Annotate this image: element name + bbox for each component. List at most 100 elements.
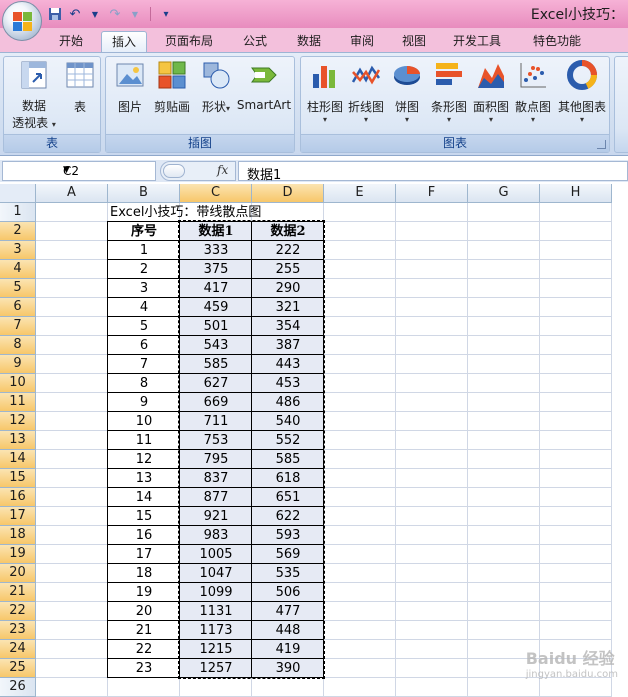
row-header-18[interactable]: 18 bbox=[0, 526, 36, 545]
table-cell[interactable]: 13 bbox=[108, 469, 180, 488]
table-cell[interactable]: 506 bbox=[252, 583, 324, 602]
table-cell[interactable]: 255 bbox=[252, 260, 324, 279]
row-header-9[interactable]: 9 bbox=[0, 355, 36, 374]
tab-developer[interactable]: 开发工具 bbox=[444, 31, 510, 52]
row-header-3[interactable]: 3 bbox=[0, 241, 36, 260]
name-box[interactable]: C2 ▼ bbox=[2, 161, 156, 181]
tab-data[interactable]: 数据 bbox=[286, 31, 332, 52]
formula-input[interactable]: 数据1 bbox=[238, 161, 628, 183]
table-cell[interactable]: 501 bbox=[180, 317, 252, 336]
chevron-down-icon[interactable]: ▼ bbox=[63, 165, 153, 175]
row-header-22[interactable]: 22 bbox=[0, 602, 36, 621]
row-header-2[interactable]: 2 bbox=[0, 222, 36, 241]
table-cell[interactable]: 795 bbox=[180, 450, 252, 469]
redo-icon[interactable]: ↷ bbox=[106, 5, 124, 23]
table-cell[interactable]: 2 bbox=[108, 260, 180, 279]
table-cell[interactable]: 14 bbox=[108, 488, 180, 507]
clipart-button[interactable]: 剪贴画 bbox=[150, 60, 194, 115]
column-header-a[interactable]: A bbox=[36, 184, 108, 203]
table-cell[interactable]: 753 bbox=[180, 431, 252, 450]
table-cell[interactable]: 321 bbox=[252, 298, 324, 317]
table-cell[interactable]: 552 bbox=[252, 431, 324, 450]
table-cell[interactable]: 443 bbox=[252, 355, 324, 374]
column-header-h[interactable]: H bbox=[540, 184, 612, 203]
shapes-button[interactable]: 形状▾ bbox=[196, 60, 236, 115]
table-cell[interactable]: 7 bbox=[108, 355, 180, 374]
bar-chart-button[interactable]: 条形图 ▾ bbox=[427, 60, 471, 124]
table-cell[interactable]: 354 bbox=[252, 317, 324, 336]
table-cell[interactable]: 1099 bbox=[180, 583, 252, 602]
table-cell[interactable]: 375 bbox=[180, 260, 252, 279]
row-header-24[interactable]: 24 bbox=[0, 640, 36, 659]
undo-dropdown-icon[interactable]: ▼ bbox=[86, 5, 104, 23]
table-cell[interactable]: 10 bbox=[108, 412, 180, 431]
row-header-20[interactable]: 20 bbox=[0, 564, 36, 583]
tab-home[interactable]: 开始 bbox=[48, 31, 94, 52]
column-header-e[interactable]: E bbox=[324, 184, 396, 203]
table-cell[interactable]: 390 bbox=[252, 659, 324, 678]
tab-review[interactable]: 审阅 bbox=[339, 31, 385, 52]
row-header-21[interactable]: 21 bbox=[0, 583, 36, 602]
table-cell[interactable]: 6 bbox=[108, 336, 180, 355]
table-cell[interactable]: 17 bbox=[108, 545, 180, 564]
row-header-14[interactable]: 14 bbox=[0, 450, 36, 469]
undo-icon[interactable]: ↶ bbox=[66, 5, 84, 23]
table-cell[interactable]: 627 bbox=[180, 374, 252, 393]
table-cell[interactable]: 543 bbox=[180, 336, 252, 355]
table-cell[interactable]: 387 bbox=[252, 336, 324, 355]
table-cell[interactable]: 19 bbox=[108, 583, 180, 602]
line-chart-button[interactable]: 折线图 ▾ bbox=[345, 60, 387, 124]
formula-bar-resize-handle[interactable] bbox=[163, 164, 185, 178]
row-header-16[interactable]: 16 bbox=[0, 488, 36, 507]
charts-dialog-launcher-icon[interactable] bbox=[597, 140, 606, 149]
row-header-10[interactable]: 10 bbox=[0, 374, 36, 393]
office-button[interactable] bbox=[2, 1, 42, 41]
column-header-g[interactable]: G bbox=[468, 184, 540, 203]
row-header-5[interactable]: 5 bbox=[0, 279, 36, 298]
row-header-7[interactable]: 7 bbox=[0, 317, 36, 336]
sheet-title-cell[interactable]: Excel小技巧：带线散点图 bbox=[110, 203, 261, 222]
table-cell[interactable]: 1173 bbox=[180, 621, 252, 640]
area-chart-button[interactable]: 面积图 ▾ bbox=[471, 60, 511, 124]
table-cell[interactable]: 540 bbox=[252, 412, 324, 431]
tab-formulas[interactable]: 公式 bbox=[230, 31, 280, 52]
insert-function-icon[interactable]: fx bbox=[217, 163, 228, 177]
table-cell[interactable]: 711 bbox=[180, 412, 252, 431]
table-cell[interactable]: 618 bbox=[252, 469, 324, 488]
table-cell[interactable]: 837 bbox=[180, 469, 252, 488]
row-header-12[interactable]: 12 bbox=[0, 412, 36, 431]
table-cell[interactable]: 290 bbox=[252, 279, 324, 298]
row-header-6[interactable]: 6 bbox=[0, 298, 36, 317]
table-cell[interactable]: 23 bbox=[108, 659, 180, 678]
tab-special-features[interactable]: 特色功能 bbox=[524, 31, 590, 52]
row-header-4[interactable]: 4 bbox=[0, 260, 36, 279]
row-header-17[interactable]: 17 bbox=[0, 507, 36, 526]
table-cell[interactable]: 486 bbox=[252, 393, 324, 412]
table-header-cell[interactable]: 数据1 bbox=[180, 222, 252, 241]
table-cell[interactable]: 18 bbox=[108, 564, 180, 583]
pivot-table-button[interactable]: 数据 透视表 ▾ bbox=[6, 60, 62, 133]
row-header-19[interactable]: 19 bbox=[0, 545, 36, 564]
table-cell[interactable]: 5 bbox=[108, 317, 180, 336]
row-header-23[interactable]: 23 bbox=[0, 621, 36, 640]
table-cell[interactable]: 21 bbox=[108, 621, 180, 640]
table-cell[interactable]: 12 bbox=[108, 450, 180, 469]
table-cell[interactable]: 1131 bbox=[180, 602, 252, 621]
table-cell[interactable]: 1215 bbox=[180, 640, 252, 659]
table-cell[interactable]: 477 bbox=[252, 602, 324, 621]
table-cell[interactable]: 585 bbox=[180, 355, 252, 374]
scatter-chart-button[interactable]: 散点图 ▾ bbox=[513, 60, 553, 124]
table-cell[interactable]: 222 bbox=[252, 241, 324, 260]
table-cell[interactable]: 877 bbox=[180, 488, 252, 507]
row-header-11[interactable]: 11 bbox=[0, 393, 36, 412]
table-cell[interactable]: 535 bbox=[252, 564, 324, 583]
pie-chart-button[interactable]: 饼图 ▾ bbox=[387, 60, 427, 124]
table-cell[interactable]: 417 bbox=[180, 279, 252, 298]
table-cell[interactable]: 651 bbox=[252, 488, 324, 507]
row-header-8[interactable]: 8 bbox=[0, 336, 36, 355]
table-cell[interactable]: 9 bbox=[108, 393, 180, 412]
table-cell[interactable]: 11 bbox=[108, 431, 180, 450]
row-header-26[interactable]: 26 bbox=[0, 678, 36, 697]
table-cell[interactable]: 333 bbox=[180, 241, 252, 260]
column-chart-button[interactable]: 柱形图 ▾ bbox=[303, 60, 347, 124]
